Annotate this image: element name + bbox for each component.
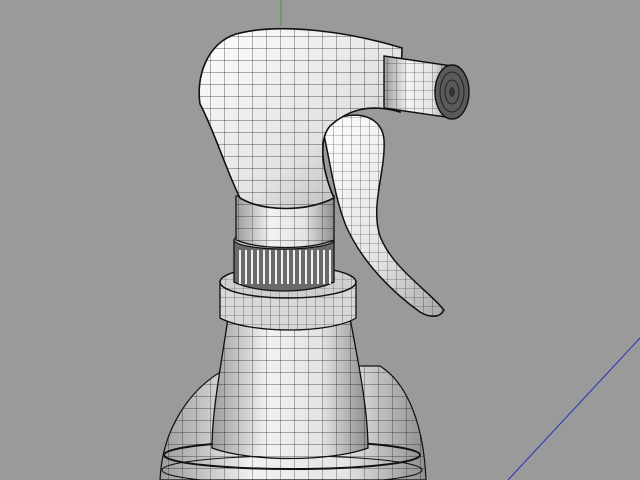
spray-bottle-model[interactable]: [159, 27, 470, 480]
z-axis-line: [507, 337, 640, 480]
nozzle: [383, 55, 470, 120]
bottle-neck: [211, 317, 369, 460]
viewport-canvas[interactable]: [0, 0, 640, 480]
3d-viewport[interactable]: [0, 0, 640, 480]
